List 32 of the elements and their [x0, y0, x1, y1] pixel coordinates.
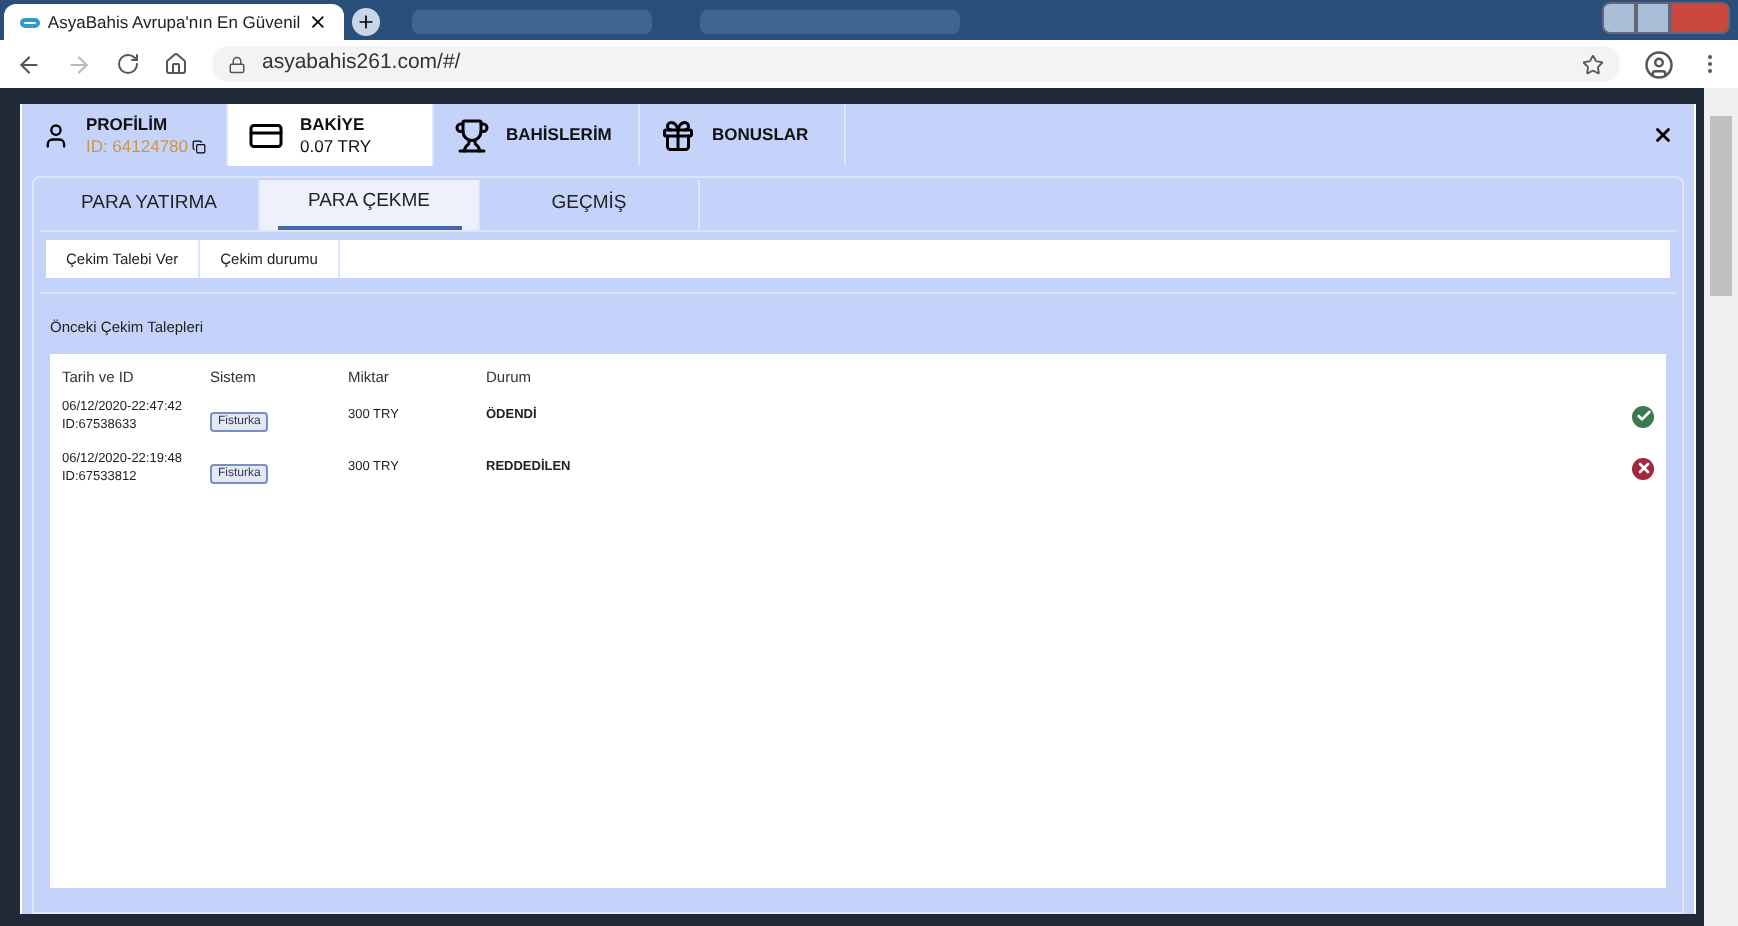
new-tab-button[interactable]: [352, 8, 380, 36]
trophy-icon: [454, 117, 490, 153]
tab-subtitle: 0.07 TRY: [300, 135, 372, 157]
tab-subtitle: ID: 64124780: [85, 135, 188, 157]
browser-tab[interactable]: AsyaBahis Avrupa'nın En Güvenil: [4, 4, 344, 40]
reload-icon[interactable]: [116, 52, 140, 76]
tab-title: AsyaBahis Avrupa'nın En Güvenil: [47, 9, 301, 35]
cross-icon: [1632, 457, 1654, 480]
copy-icon[interactable]: [192, 139, 206, 153]
main-tab[interactable]: GEÇMİŞ: [480, 180, 700, 230]
back-icon[interactable]: [16, 51, 42, 77]
close-icon[interactable]: [308, 12, 328, 32]
main-tab[interactable]: PARA ÇEKME: [260, 180, 480, 230]
tab-label: BONUSLAR: [712, 124, 809, 146]
scrollbar[interactable]: [1704, 88, 1738, 926]
address-bar[interactable]: asyabahis261.com/#/: [212, 46, 1620, 82]
plus-icon: [356, 12, 376, 32]
site-icon: [20, 17, 40, 27]
tab-label: BAKİYE: [300, 113, 367, 135]
star-icon[interactable]: [1582, 53, 1604, 75]
minimize-button[interactable]: [1602, 2, 1636, 34]
home-icon[interactable]: [164, 52, 188, 76]
tab-label: PROFİLİM: [85, 113, 170, 135]
tab-label: BAHİSLERİM: [506, 124, 612, 146]
check-icon: [1632, 405, 1654, 428]
maximize-button[interactable]: [1636, 2, 1670, 34]
url-text: asyabahis261.com/#/: [262, 48, 461, 79]
account-icon[interactable]: [1644, 49, 1674, 79]
header-tab[interactable]: BAKİYE 0.07 TRY: [228, 104, 434, 166]
lock-icon: [228, 55, 246, 73]
gift-icon: [660, 117, 696, 153]
close-icon[interactable]: [1652, 124, 1674, 146]
